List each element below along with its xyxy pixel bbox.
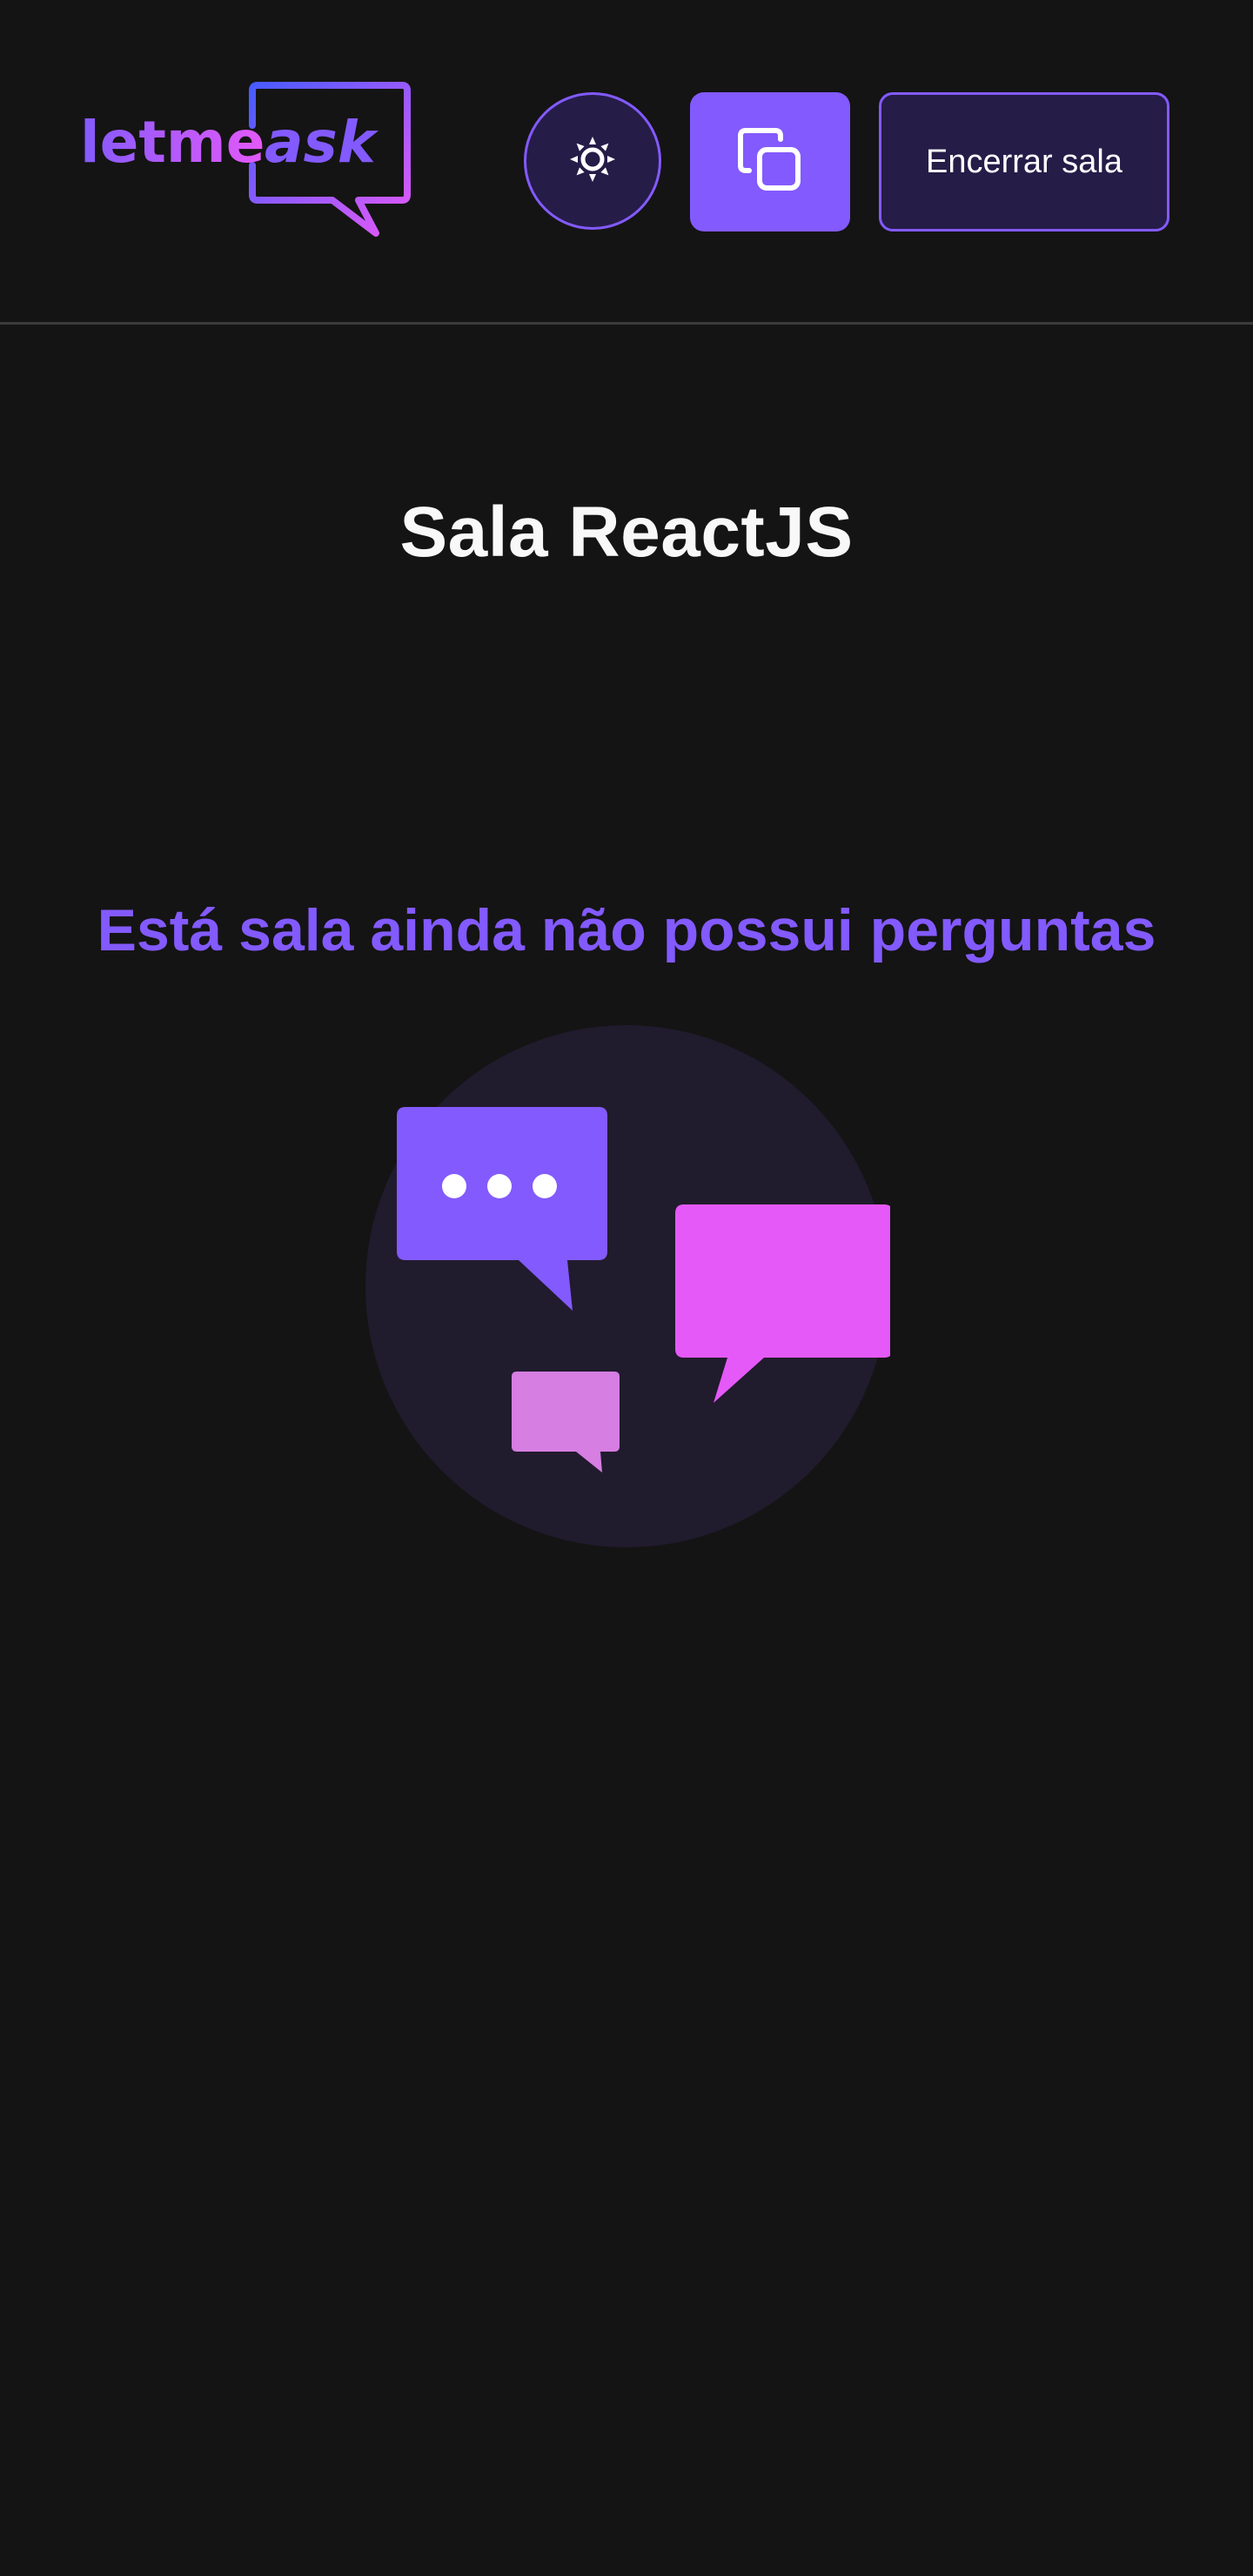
header: letme ask Encerrar sala bbox=[0, 0, 1253, 325]
logo-text-primary: letme bbox=[80, 109, 265, 176]
sun-icon bbox=[568, 135, 617, 188]
empty-questions-illustration bbox=[364, 1023, 893, 1550]
letmeask-logo: letme ask bbox=[80, 82, 411, 238]
room-title: Sala ReactJS bbox=[399, 492, 854, 572]
close-room-button[interactable]: Encerrar sala bbox=[879, 92, 1169, 231]
theme-toggle-button[interactable] bbox=[524, 92, 661, 230]
logo-text-secondary: ask bbox=[265, 109, 379, 176]
empty-questions-message: Está sala ainda não possui perguntas bbox=[97, 897, 1156, 963]
copy-room-code-button[interactable] bbox=[690, 92, 850, 231]
copy-icon bbox=[735, 125, 805, 199]
room-page: letme ask Encerrar sala Sala ReactJS Est… bbox=[0, 0, 1253, 2576]
